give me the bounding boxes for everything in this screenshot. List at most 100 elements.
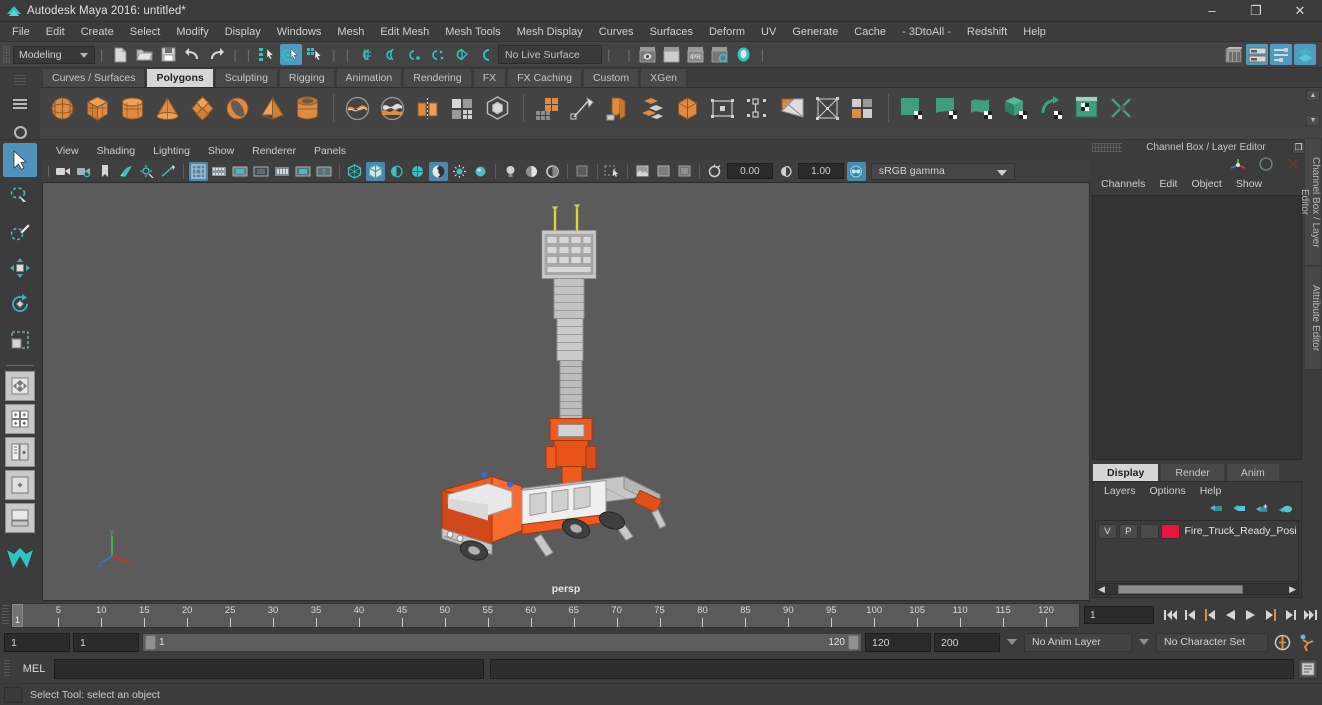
uv-camera-based-icon[interactable] (1001, 92, 1033, 124)
side-tab-channel-box[interactable]: Channel Box / Layer Editor (1304, 138, 1322, 266)
shelf-tab-sculpting[interactable]: Sculpting (215, 68, 278, 87)
paint-select-tool[interactable] (3, 215, 37, 249)
lasso-select-tool[interactable] (3, 179, 37, 213)
shelf-scroll-arrows[interactable]: ▲ ▼ (1306, 90, 1320, 126)
uv-cylindrical-icon[interactable] (896, 92, 928, 124)
channel-box-menu-edit[interactable]: Edit (1152, 178, 1184, 190)
hypershade-icon[interactable] (733, 44, 755, 65)
merge-icon[interactable] (741, 92, 773, 124)
scale-tool[interactable] (3, 323, 37, 357)
connect-icon[interactable] (706, 92, 738, 124)
poly-torus-icon[interactable] (221, 92, 253, 124)
grid-toggle-icon[interactable] (189, 162, 208, 181)
menu-3dtoall[interactable]: - 3DtoAll - (894, 22, 959, 42)
save-scene-icon[interactable] (157, 44, 179, 65)
select-tool[interactable] (3, 143, 37, 177)
uv-editor-icon[interactable] (1071, 92, 1103, 124)
channel-box-menu-object[interactable]: Object (1184, 178, 1228, 190)
poly-platonic-icon[interactable] (186, 92, 218, 124)
color-management-toggle-icon[interactable] (847, 162, 866, 181)
menu-mesh-display[interactable]: Mesh Display (509, 22, 591, 42)
smooth-icon[interactable] (481, 92, 513, 124)
separate-icon[interactable] (636, 92, 668, 124)
xray-joints-icon[interactable] (450, 162, 469, 181)
xray-icon[interactable] (429, 162, 448, 181)
menu-mesh[interactable]: Mesh (329, 22, 372, 42)
wireframe-on-shaded-icon[interactable] (408, 162, 427, 181)
render-sequence-icon[interactable] (661, 44, 683, 65)
uv-automatic-icon[interactable] (966, 92, 998, 124)
safe-action-icon[interactable] (294, 162, 313, 181)
poly-sphere-icon[interactable] (46, 92, 78, 124)
shelf-tab-polygons[interactable]: Polygons (146, 68, 213, 87)
animation-start-field[interactable]: 1 (4, 633, 70, 652)
layer-visibility-toggle[interactable]: V (1098, 524, 1117, 539)
channel-box-content[interactable] (1092, 195, 1302, 460)
menu-display[interactable]: Display (217, 22, 269, 42)
menu-cache[interactable]: Cache (846, 22, 894, 42)
menu-help[interactable]: Help (1015, 22, 1054, 42)
append-to-polygon-icon[interactable] (776, 92, 808, 124)
gamma-field[interactable]: 1.00 (798, 163, 844, 179)
snap-to-projected-center-icon[interactable] (427, 44, 449, 65)
channel-box-icon[interactable] (1294, 44, 1316, 65)
layer-tab-render[interactable]: Render (1160, 463, 1224, 481)
boolean-difference-icon[interactable] (376, 92, 408, 124)
uv-spherical-icon[interactable] (931, 92, 963, 124)
shelf-tab-rigging[interactable]: Rigging (279, 68, 335, 87)
go-to-start-icon[interactable] (1161, 606, 1180, 624)
wireframe-shading-icon[interactable] (345, 162, 364, 181)
snap-to-point-icon[interactable] (403, 44, 425, 65)
script-editor-icon[interactable] (1298, 659, 1318, 679)
use-all-lights-icon[interactable] (522, 162, 541, 181)
quad-draw-icon[interactable] (811, 92, 843, 124)
go-to-end-icon[interactable] (1301, 606, 1320, 624)
layer-type-toggle[interactable] (1140, 524, 1159, 539)
shelf-tab-fx-caching[interactable]: FX Caching (507, 68, 582, 87)
channel-box-red-icon[interactable] (1286, 157, 1300, 174)
minimize-button[interactable]: ‒ (1190, 0, 1234, 22)
menu-surfaces[interactable]: Surfaces (642, 22, 701, 42)
snap-to-grid-icon[interactable] (355, 44, 377, 65)
dock-grip[interactable] (1092, 143, 1122, 152)
panel-menu-show[interactable]: Show (199, 142, 243, 160)
snap-to-view-plane-icon[interactable] (451, 44, 473, 65)
texture-shading-icon[interactable] (654, 162, 673, 181)
select-camera-icon[interactable] (54, 162, 73, 181)
close-button[interactable]: ✕ (1278, 0, 1322, 22)
current-frame-field[interactable]: 1 (1084, 606, 1154, 624)
time-slider[interactable]: 1 51015202530354045505560657075808590951… (11, 603, 1080, 628)
combine-icon[interactable] (446, 92, 478, 124)
menu-file[interactable]: File (4, 22, 38, 42)
step-back-key-icon[interactable] (1201, 606, 1220, 624)
exposure-field[interactable]: 0.00 (727, 163, 773, 179)
move-tool[interactable] (3, 251, 37, 285)
image-plane-icon[interactable] (117, 162, 136, 181)
poly-cylinder-icon[interactable] (116, 92, 148, 124)
gate-mask-icon[interactable] (252, 162, 271, 181)
command-input[interactable] (54, 659, 484, 679)
anim-layer-selector[interactable]: No Anim Layer (1024, 633, 1132, 652)
poly-pyramid-icon[interactable] (256, 92, 288, 124)
use-default-lighting-icon[interactable] (501, 162, 520, 181)
menu-create[interactable]: Create (73, 22, 122, 42)
uv-cut-sew-icon[interactable] (1106, 92, 1138, 124)
bookmark-icon[interactable] (96, 162, 115, 181)
boolean-union-icon[interactable] (341, 92, 373, 124)
animation-preferences-icon[interactable] (1296, 632, 1318, 652)
film-origin-icon[interactable] (273, 162, 292, 181)
texture-toggle-icon[interactable] (633, 162, 652, 181)
snap-to-curve-icon[interactable] (379, 44, 401, 65)
remove-selected-from-layer-icon[interactable] (1278, 503, 1293, 516)
single-perspective-layout[interactable] (5, 371, 35, 401)
menu-modify[interactable]: Modify (168, 22, 216, 42)
shelf-options-gear-icon[interactable] (14, 126, 27, 139)
time-slider-grip[interactable] (2, 605, 9, 625)
shade-selected-items-icon[interactable] (387, 162, 406, 181)
character-set-selector[interactable]: No Character Set (1156, 633, 1268, 652)
menu-generate[interactable]: Generate (784, 22, 846, 42)
uv-unfold-icon[interactable] (1036, 92, 1068, 124)
layer-list-scrollbar[interactable]: ◀ ▶ (1095, 583, 1299, 595)
shelf-tab-fx[interactable]: FX (473, 68, 506, 87)
mirror-geometry-icon[interactable] (411, 92, 443, 124)
